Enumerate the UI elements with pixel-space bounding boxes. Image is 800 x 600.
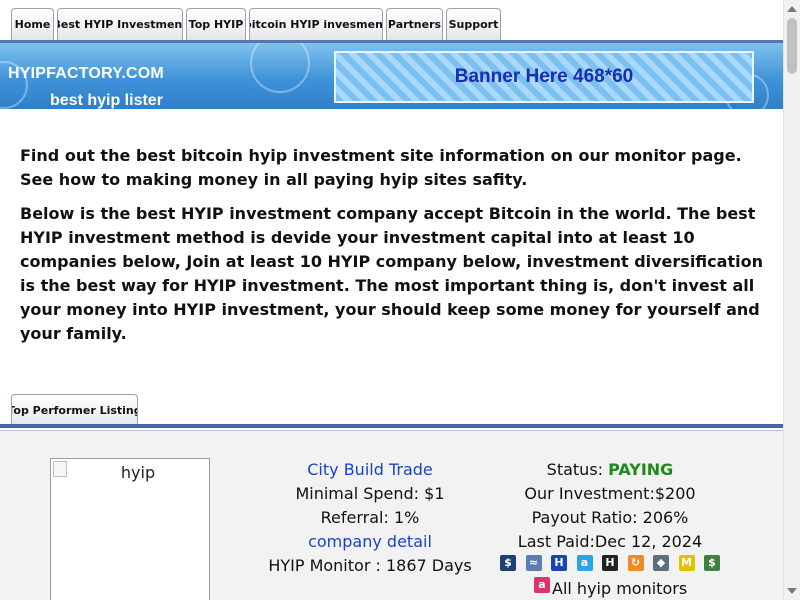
- scrollbar-thumb[interactable]: [787, 18, 797, 74]
- tab-home-label: Home: [14, 18, 51, 31]
- tab-top-hyip-label: Top HYIP: [188, 18, 244, 31]
- scroll-down-arrow-icon[interactable]: [787, 588, 797, 594]
- hyip-name-link[interactable]: City Build Trade: [307, 460, 433, 479]
- h-dark-icon[interactable]: H: [602, 555, 618, 571]
- m-icon[interactable]: M: [678, 555, 695, 571]
- diamond-icon[interactable]: ◆: [653, 555, 669, 571]
- thumbnail-alt-text: hyip: [120, 463, 156, 482]
- intro-paragraph-2: Below is the best HYIP investment compan…: [20, 204, 763, 343]
- all-monitors-link[interactable]: All hyip monitors: [552, 579, 687, 598]
- scroll-up-arrow-icon[interactable]: [787, 6, 797, 12]
- listing-divider: [0, 424, 783, 428]
- tab-best-hyip-investment[interactable]: Best HYIP Investment: [57, 8, 183, 40]
- tab-top-performer-listing[interactable]: Top Performer Listing: [11, 394, 138, 426]
- tab-partners[interactable]: Partners: [386, 8, 443, 40]
- top-nav: Home Best HYIP Investment Top HYIP bitco…: [0, 0, 783, 42]
- tab-bitcoin-hyip-label: bitcoin HYIP invesment: [249, 18, 383, 31]
- payout-ratio: Payout Ratio: 206%: [531, 508, 689, 527]
- h-icon[interactable]: H: [551, 555, 567, 571]
- tab-best-hyip-investment-label: Best HYIP Investment: [57, 18, 183, 31]
- listing-status-column: Status: PAYING Our Investment:$200 Payou…: [490, 458, 730, 554]
- tab-support-label: Support: [448, 18, 499, 31]
- tab-bitcoin-hyip[interactable]: bitcoin HYIP invesment: [249, 8, 383, 40]
- site-logo-text[interactable]: HYIPFACTORY.COM: [8, 65, 164, 83]
- hyip-thumbnail[interactable]: hyip: [50, 458, 210, 600]
- tab-home[interactable]: Home: [11, 8, 54, 40]
- page-scrollbar[interactable]: [783, 0, 800, 600]
- tab-top-hyip[interactable]: Top HYIP: [186, 8, 246, 40]
- dollar-icon[interactable]: $: [500, 555, 516, 571]
- intro-paragraph-1: Find out the best bitcoin hyip investmen…: [20, 146, 742, 189]
- chart-icon[interactable]: ≈: [525, 555, 542, 571]
- site-tagline: best hyip lister: [50, 92, 163, 109]
- listing-info-column: City Build Trade Minimal Spend: $1 Refer…: [250, 458, 490, 578]
- ad-banner[interactable]: Banner Here 468*60: [334, 51, 754, 103]
- ad-banner-text: Banner Here 468*60: [454, 66, 634, 87]
- status-label: Status:: [546, 460, 609, 479]
- monitor-days: HYIP Monitor : 1867 Days: [268, 556, 472, 575]
- last-paid: Last Paid:Dec 12, 2024: [517, 532, 703, 551]
- status-badge: PAYING: [608, 460, 674, 479]
- minimal-spend: Minimal Spend: $1: [295, 484, 445, 503]
- status-line: Status: PAYING: [490, 458, 730, 482]
- cash-icon[interactable]: $: [704, 555, 720, 571]
- banner-decoration: [250, 43, 310, 93]
- all-monitors-line: a All hyip monitors: [534, 577, 687, 600]
- refresh-icon[interactable]: ↻: [627, 555, 644, 571]
- referral-rate: Referral: 1%: [320, 508, 420, 527]
- a-pink-icon[interactable]: a: [534, 577, 550, 593]
- intro-section: Find out the best bitcoin hyip investmen…: [20, 144, 765, 346]
- tab-partners-label: Partners: [387, 18, 442, 31]
- tab-support[interactable]: Support: [446, 8, 501, 40]
- header-banner: HYIPFACTORY.COM best hyip lister Banner …: [0, 43, 783, 109]
- company-detail-link[interactable]: company detail: [308, 532, 432, 551]
- our-investment: Our Investment:$200: [524, 484, 696, 503]
- a-icon[interactable]: a: [576, 555, 593, 571]
- tab-top-performer-label: Top Performer Listing: [11, 404, 138, 417]
